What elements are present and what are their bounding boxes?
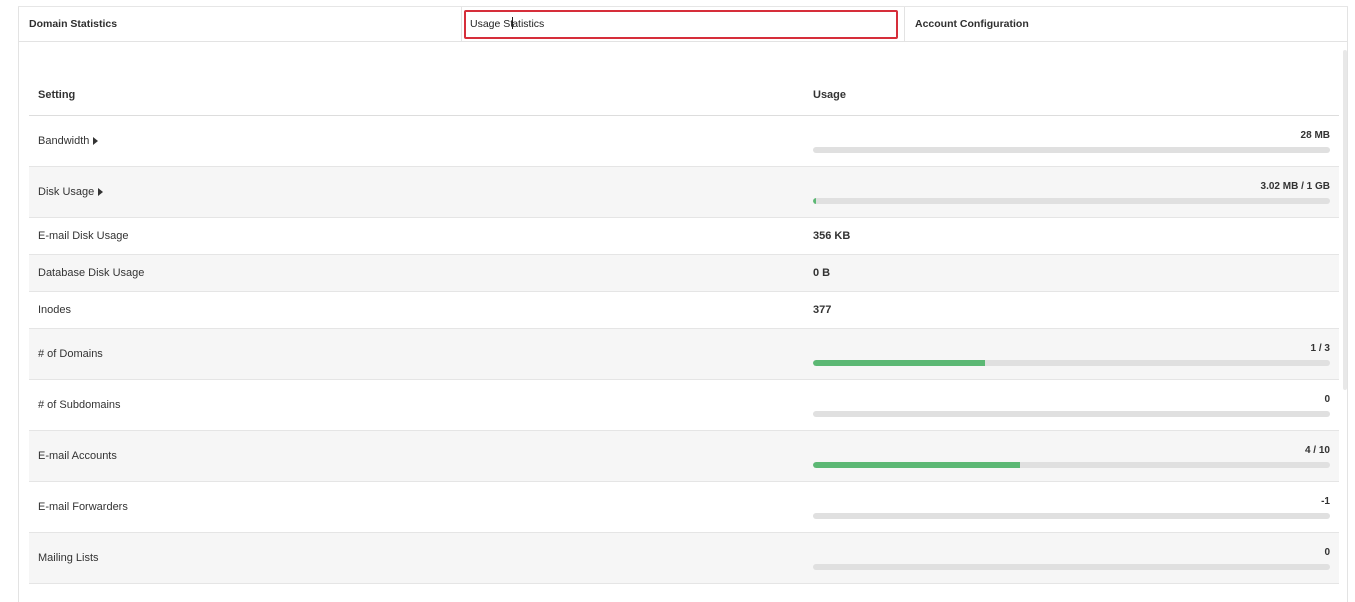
usage-progress-bar [813, 197, 1330, 204]
tab-domain-statistics[interactable]: Domain Statistics [19, 7, 461, 41]
table-row: E-mail Accounts 4 / 10 [29, 430, 1339, 482]
setting-cell: # of Domains [29, 328, 804, 380]
scrollbar[interactable] [1343, 50, 1347, 390]
usage-progress-bar [813, 512, 1330, 519]
usage-value: 377 [813, 304, 832, 316]
table-row: E-mail Disk Usage 356 KB [29, 217, 1339, 255]
usage-progress-bar [813, 563, 1330, 570]
usage-cell: 3.02 MB / 1 GB [804, 166, 1339, 218]
setting-cell[interactable]: Disk Usage [29, 166, 804, 218]
tab-label: Domain Statistics [29, 18, 118, 30]
setting-label: Inodes [38, 304, 72, 316]
table-row: Mailing Lists 0 [29, 532, 1339, 584]
setting-label: E-mail Disk Usage [38, 230, 129, 242]
usage-cell: 28 MB [804, 115, 1339, 167]
setting-label: E-mail Forwarders [38, 501, 128, 513]
usage-statistics-panel: Setting Usage Bandwidth 28 MB Disk Usage 3.… [18, 42, 1348, 602]
usage-cell: 0 [804, 532, 1339, 584]
setting-label: # of Subdomains [38, 399, 121, 411]
tab-label: Account Configuration [915, 18, 1029, 30]
table-row: Bandwidth 28 MB [29, 115, 1339, 167]
usage-statistics-table: Setting Usage Bandwidth 28 MB Disk Usage 3.… [29, 75, 1339, 584]
usage-value: 4 / 10 [1304, 444, 1330, 456]
usage-progress-bar [813, 410, 1330, 417]
usage-progress-fill [813, 197, 816, 204]
setting-cell: # of Subdomains [29, 379, 804, 431]
table-row: E-mail Forwarders -1 [29, 481, 1339, 533]
usage-value: -1 [1321, 495, 1330, 507]
table-row: # of Subdomains 0 [29, 379, 1339, 431]
setting-cell[interactable]: Bandwidth [29, 115, 804, 167]
setting-cell: E-mail Forwarders [29, 481, 804, 533]
setting-cell: E-mail Accounts [29, 430, 804, 482]
setting-label: # of Domains [38, 348, 103, 360]
usage-cell: 356 KB [804, 217, 1339, 255]
usage-progress-bar [813, 359, 1330, 366]
table-body: Bandwidth 28 MB Disk Usage 3.02 MB / 1 GB E-… [29, 115, 1339, 584]
table-row: Database Disk Usage 0 B [29, 254, 1339, 292]
tab-usage-statistics[interactable]: Usage Statistics [461, 7, 904, 41]
usage-progress-fill [813, 359, 986, 366]
setting-label: Bandwidth [38, 135, 90, 147]
setting-label: Disk Usage [38, 186, 95, 198]
table-row: Disk Usage 3.02 MB / 1 GB [29, 166, 1339, 218]
setting-label: E-mail Accounts [38, 450, 117, 462]
tab-label-part: atistics [512, 18, 545, 30]
usage-cell: -1 [804, 481, 1339, 533]
usage-value: 1 / 3 [1310, 342, 1330, 354]
usage-value: 0 B [813, 267, 831, 279]
usage-cell: 1 / 3 [804, 328, 1339, 380]
usage-value: 3.02 MB / 1 GB [1260, 180, 1330, 192]
expand-caret-icon[interactable] [98, 188, 104, 196]
tab-label-part: Usage St [470, 18, 514, 30]
setting-label: Mailing Lists [38, 552, 99, 564]
column-header-setting: Setting [29, 75, 804, 116]
usage-value: 28 MB [1300, 129, 1330, 141]
usage-progress-bar [813, 146, 1330, 153]
usage-progress-fill [813, 461, 1020, 468]
usage-value: 0 [1324, 546, 1330, 558]
usage-value: 356 KB [813, 230, 851, 242]
table-row: Inodes 377 [29, 291, 1339, 329]
tab-label: Usage Statistics [470, 17, 545, 30]
setting-cell: Database Disk Usage [29, 254, 804, 292]
stats-tab-bar: Domain Statistics Usage Statistics Accou… [18, 7, 1348, 42]
table-row: # of Domains 1 / 3 [29, 328, 1339, 380]
setting-label: Database Disk Usage [38, 267, 145, 279]
column-header-usage: Usage [804, 75, 1339, 116]
usage-cell: 4 / 10 [804, 430, 1339, 482]
usage-progress-bar [813, 461, 1330, 468]
usage-cell: 0 B [804, 254, 1339, 292]
usage-cell: 0 [804, 379, 1339, 431]
table-header-row: Setting Usage [29, 75, 1339, 116]
setting-cell: Inodes [29, 291, 804, 329]
setting-cell: Mailing Lists [29, 532, 804, 584]
usage-cell: 377 [804, 291, 1339, 329]
expand-caret-icon[interactable] [93, 137, 99, 145]
tab-account-configuration[interactable]: Account Configuration [904, 7, 1347, 41]
setting-cell: E-mail Disk Usage [29, 217, 804, 255]
usage-value: 0 [1324, 393, 1330, 405]
